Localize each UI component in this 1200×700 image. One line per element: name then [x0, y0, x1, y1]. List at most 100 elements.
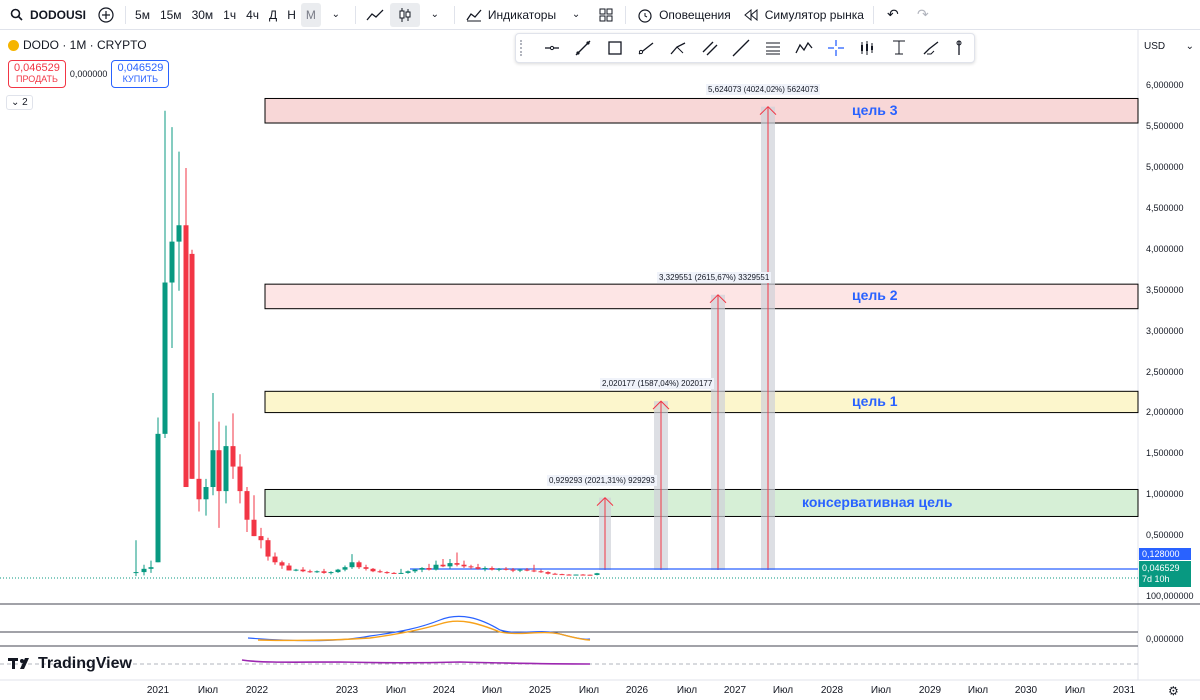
- dodo-logo-icon: [8, 39, 19, 51]
- buy-price: 0,046529: [117, 62, 164, 74]
- ray-tool[interactable]: [635, 36, 659, 60]
- price-axis-label: 1,500000: [1146, 448, 1184, 459]
- candle-body-30: [342, 567, 348, 570]
- candle-body-18: [258, 536, 264, 541]
- bars-pattern-icon: [861, 41, 874, 55]
- sell-button[interactable]: 0,046529 ПРОДАТЬ: [8, 60, 66, 88]
- measure-label-1: 3,329551 (2615,67%) 3329551: [657, 271, 772, 283]
- candle-body-62: [566, 574, 572, 576]
- high-price-value: 0,128000: [1142, 549, 1180, 559]
- fib-retracement-tool[interactable]: [761, 36, 785, 60]
- rectangle-icon: [608, 41, 622, 55]
- chart-settings-button[interactable]: ⚙: [1168, 684, 1179, 698]
- legend-title: DODO · 1M · CRYPTO: [23, 38, 147, 52]
- zone-label-3: консервативная цель: [802, 493, 953, 510]
- candle-body-45: [447, 563, 453, 567]
- horizontal-line-tool[interactable]: [540, 36, 564, 60]
- tradingview-logo[interactable]: TradingView: [8, 655, 132, 673]
- candle-body-57: [531, 570, 537, 572]
- tradingview-mark-icon: [8, 656, 34, 673]
- measure-label-0: 5,624073 (4024,02%) 5624073: [706, 83, 821, 95]
- time-axis-label: 2021: [146, 685, 170, 696]
- candle-body-37: [391, 572, 397, 574]
- brush-tool[interactable]: [919, 36, 943, 60]
- candle-body-43: [433, 564, 439, 570]
- candle-body-23: [293, 569, 299, 571]
- brand-name: TradingView: [38, 655, 132, 672]
- currency-selector[interactable]: USD ⌄: [1140, 36, 1198, 56]
- candle-body-31: [349, 562, 355, 568]
- chevron-down-icon: ⌄: [1185, 40, 1194, 52]
- time-axis-label: Июл: [1064, 685, 1086, 696]
- pitchfork-icon: [670, 42, 686, 55]
- bars-pattern-tool[interactable]: [856, 36, 880, 60]
- candle-body-5: [169, 241, 175, 283]
- candle-body-63: [573, 574, 579, 576]
- horizontal-line-icon: [544, 45, 559, 51]
- candle-body-15: [237, 466, 243, 492]
- candle-body-66: [594, 573, 600, 575]
- candle-body-42: [426, 568, 432, 570]
- candle-body-6: [176, 225, 182, 242]
- candle-body-4: [162, 282, 168, 434]
- drag-handle[interactable]: [520, 40, 526, 56]
- last-price-badge: 0,046529 7d 10h: [1139, 561, 1191, 587]
- zone-label-1: цель 2: [852, 287, 898, 304]
- candle-body-49: [475, 567, 481, 569]
- time-axis-label: Июл: [481, 685, 503, 696]
- candle-body-36: [384, 572, 390, 574]
- extended-line-tool[interactable]: [729, 36, 753, 60]
- rectangle-tool[interactable]: [603, 36, 627, 60]
- candle-body-21: [279, 562, 285, 566]
- candle-body-50: [482, 568, 488, 570]
- buy-button[interactable]: 0,046529 КУПИТЬ: [111, 60, 170, 88]
- candle-body-13: [223, 446, 229, 492]
- candle-body-46: [454, 563, 460, 565]
- zone-label-0: цель 3: [852, 101, 898, 118]
- candle-body-53: [503, 568, 509, 570]
- indicators-collapse-toggle[interactable]: ⌄ 2: [6, 95, 33, 110]
- collapse-count: 2: [22, 97, 28, 108]
- candle-body-8: [189, 253, 195, 479]
- crosshair-tool[interactable]: [824, 36, 848, 60]
- indicator-axis-label: 0,000000: [1146, 634, 1184, 644]
- candle-body-24: [300, 569, 306, 572]
- candle-body-17: [251, 519, 257, 537]
- ray-icon: [639, 42, 654, 55]
- trend-line-tool[interactable]: [572, 36, 596, 60]
- candle-body-56: [524, 569, 530, 571]
- candle-body-27: [321, 571, 327, 573]
- price-axis-label: 3,000000: [1146, 325, 1184, 336]
- price-axis-label: 5,500000: [1146, 121, 1184, 132]
- time-axis-label: 2031: [1112, 685, 1136, 696]
- parallel-channel-tool[interactable]: [698, 36, 722, 60]
- time-axis-label: 2024: [432, 685, 456, 696]
- chevron-down-icon: ⌄: [11, 97, 20, 108]
- candle-body-2: [148, 567, 154, 569]
- target-zone-0: [264, 97, 1139, 124]
- elliott-wave-tool[interactable]: [793, 36, 817, 60]
- candle-body-48: [468, 566, 474, 568]
- price-axis-label: 6,000000: [1146, 80, 1184, 91]
- candle-body-22: [286, 565, 292, 571]
- candle-body-47: [461, 564, 467, 567]
- chart-canvas[interactable]: [0, 0, 1200, 700]
- flag-tool[interactable]: [950, 36, 974, 60]
- time-axis-label: 2026: [625, 685, 649, 696]
- gear-icon: ⚙: [1168, 684, 1179, 698]
- time-axis-label: Июл: [197, 685, 219, 696]
- price-axis-label: 3,500000: [1146, 284, 1184, 295]
- candle-body-11: [210, 450, 216, 488]
- candle-body-55: [517, 569, 523, 571]
- candle-body-10: [203, 487, 209, 500]
- time-axis-label: Июл: [870, 685, 892, 696]
- measure-tool[interactable]: [887, 36, 911, 60]
- last-price-value: 0,046529: [1142, 563, 1180, 573]
- brush-icon: [923, 41, 939, 55]
- oscillator-line-blue: [247, 615, 591, 642]
- indicator-axis-label: 100,000000: [1146, 591, 1194, 601]
- pitchfork-tool[interactable]: [666, 36, 690, 60]
- high-price-badge: 0,128000: [1139, 548, 1191, 560]
- measure-icon: [893, 40, 906, 55]
- price-axis-label: 0,500000: [1146, 530, 1184, 541]
